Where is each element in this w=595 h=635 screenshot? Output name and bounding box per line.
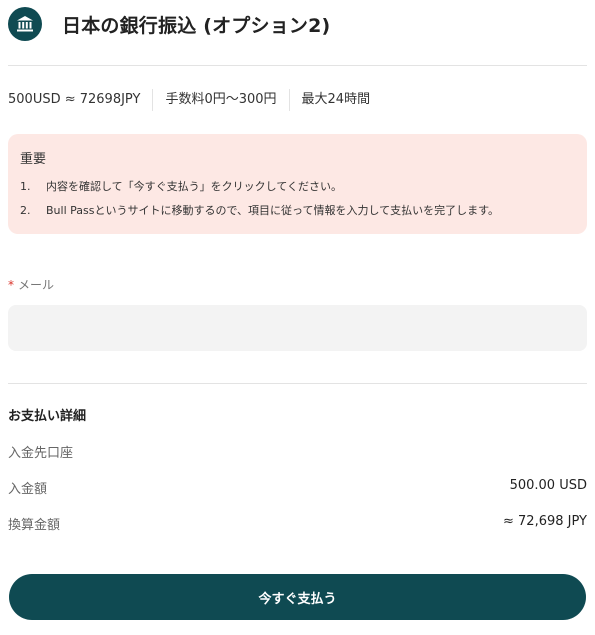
notice-item: 1. 内容を確認して「今すぐ支払う」をクリックしてください。 bbox=[20, 174, 575, 198]
page-header: 日本の銀行振込 (オプション2) bbox=[8, 5, 330, 43]
email-label-text: メール bbox=[18, 278, 55, 292]
processing-time: 最大24時間 bbox=[288, 89, 383, 111]
notice-item-number: 1. bbox=[20, 179, 31, 193]
pay-now-button[interactable]: 今すぐ支払う bbox=[9, 574, 586, 620]
email-input[interactable] bbox=[8, 305, 587, 351]
section-divider bbox=[8, 383, 587, 384]
required-mark: * bbox=[8, 278, 14, 292]
payment-page: 日本の銀行振込 (オプション2) 500USD ≈ 72698JPY 手数料0円… bbox=[0, 0, 595, 635]
notice-item: 2. Bull Passというサイトに移動するので、項目に従って情報を入力して支… bbox=[20, 198, 575, 222]
detail-value: ≈ 72,698 JPY bbox=[503, 514, 587, 529]
exchange-rate: 500USD ≈ 72698JPY bbox=[8, 92, 141, 107]
detail-row-deposit-amount: 入金額 500.00 USD bbox=[8, 478, 587, 497]
bank-icon bbox=[8, 7, 42, 41]
detail-row-deposit-account: 入金先口座 bbox=[8, 442, 587, 461]
email-label: * メール bbox=[8, 276, 54, 293]
detail-label: 入金額 bbox=[8, 482, 48, 497]
detail-label: 換算金額 bbox=[8, 518, 61, 533]
payment-details-title: お支払い詳細 bbox=[8, 409, 87, 424]
detail-row-converted-amount: 換算金額 ≈ 72,698 JPY bbox=[8, 514, 587, 533]
detail-value: 500.00 USD bbox=[509, 478, 587, 493]
notice-item-number: 2. bbox=[20, 203, 31, 217]
fee-info: 手数料0円〜300円 bbox=[152, 89, 288, 111]
bank-icon-glyph bbox=[17, 16, 33, 32]
notice-item-text: 内容を確認して「今すぐ支払う」をクリックしてください。 bbox=[46, 180, 343, 193]
page-title: 日本の銀行振込 (オプション2) bbox=[62, 14, 331, 37]
transfer-summary: 500USD ≈ 72698JPY 手数料0円〜300円 最大24時間 bbox=[8, 88, 382, 112]
notice-title: 重要 bbox=[20, 152, 47, 167]
notice-list: 1. 内容を確認して「今すぐ支払う」をクリックしてください。 2. Bull P… bbox=[20, 174, 575, 222]
notice-item-text: Bull Passというサイトに移動するので、項目に従って情報を入力して支払いを… bbox=[46, 204, 500, 217]
detail-label: 入金先口座 bbox=[8, 446, 74, 461]
important-notice: 重要 1. 内容を確認して「今すぐ支払う」をクリックしてください。 2. Bul… bbox=[8, 134, 587, 234]
header-divider bbox=[8, 65, 587, 66]
